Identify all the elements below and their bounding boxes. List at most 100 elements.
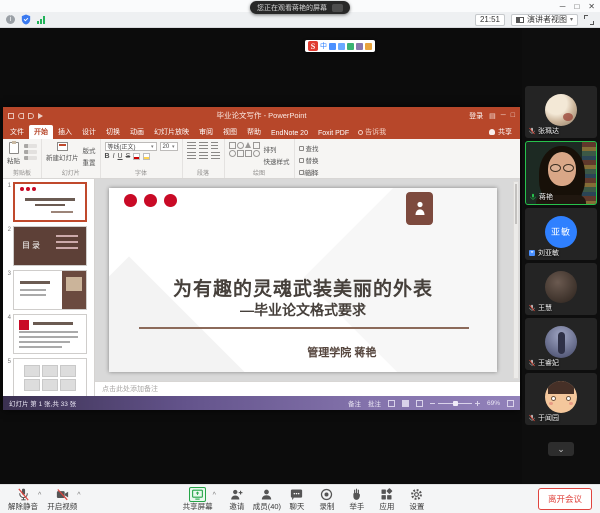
shared-screen-area[interactable]: S 中 毕业论文写作 - PowerPoint 登录 xyxy=(0,28,522,484)
ppt-tell-me: 告诉我 xyxy=(354,125,390,139)
cut-icon xyxy=(24,144,37,148)
save-icon xyxy=(8,113,14,119)
chat-button[interactable]: 聊天 xyxy=(282,487,312,511)
minimize-button[interactable]: ─ xyxy=(560,2,566,11)
participant-name: 王慧 xyxy=(538,303,552,313)
settings-gear-icon xyxy=(409,487,424,502)
new-slide-icon xyxy=(57,142,68,151)
redo-icon xyxy=(28,113,34,119)
ppt-tab-design: 设计 xyxy=(77,125,101,139)
ppt-ribbon-options-icon: ▤ xyxy=(489,112,496,120)
share-options-caret[interactable]: ^ xyxy=(213,492,216,499)
close-button[interactable]: ✕ xyxy=(588,2,595,11)
security-shield-icon[interactable] xyxy=(21,14,31,25)
meeting-app-window: ─ □ ✕ 您正在观看蒋艳的屏幕 i 21:51 演讲者视图 ▾ xyxy=(0,0,600,513)
participants-sidebar: 张珮达 蒋艳 亚敏 xyxy=(522,28,600,484)
bullets-icon xyxy=(187,142,196,150)
notes-toggle: 备注 xyxy=(348,398,361,408)
bold-button: B xyxy=(105,153,110,160)
find-button: 查找 xyxy=(306,143,319,153)
slide-thumbnail-3 xyxy=(13,270,87,310)
align-center-icon xyxy=(199,152,208,160)
mic-muted-icon xyxy=(528,304,536,312)
align-left-icon xyxy=(187,152,196,160)
ime-settings-icon xyxy=(365,43,372,50)
slide-person-badge xyxy=(406,192,433,225)
layout-icon xyxy=(516,17,524,23)
participant-avatar xyxy=(545,381,577,413)
ppt-tab-endnote: EndNote 20 xyxy=(266,128,313,139)
mic-on-icon xyxy=(529,193,537,201)
undo-icon xyxy=(18,113,24,119)
ppt-ribbon-tabs: 文件 开始 插入 设计 切换 动画 幻灯片放映 审阅 视图 帮助 EndNote… xyxy=(3,124,520,139)
slide-thumbnail-2: 目录 xyxy=(13,226,87,266)
participant-avatar xyxy=(545,326,577,358)
ribbon-group-clipboard: 粘贴 剪贴板 xyxy=(3,139,42,178)
meeting-info-icon[interactable]: i xyxy=(6,15,15,24)
collapse-participants-button[interactable]: ⌄ xyxy=(548,442,574,456)
video-options-caret[interactable]: ^ xyxy=(77,492,80,499)
fullscreen-icon[interactable] xyxy=(584,15,594,25)
participant-tile[interactable]: 亚敏 刘亚敏 xyxy=(525,208,597,260)
replace-icon xyxy=(299,158,304,163)
settings-button[interactable]: 设置 xyxy=(402,487,432,511)
invite-icon xyxy=(229,487,244,502)
unmute-button[interactable]: 解除静音 xyxy=(8,487,38,511)
invite-button[interactable]: 邀请 xyxy=(222,487,252,511)
ppt-tab-transitions: 切换 xyxy=(101,125,125,139)
ribbon-group-font: 等线(正文)▾ 20▾ B I U S xyxy=(101,139,183,178)
members-button[interactable]: 成员(40) xyxy=(252,487,282,511)
share-screen-button[interactable]: 共享屏幕 xyxy=(183,487,213,511)
ribbon-group-drawing: 排列 快速样式 绘图 xyxy=(225,139,295,178)
slide-divider-line xyxy=(139,327,469,329)
ppt-tab-slideshow: 幻灯片放映 xyxy=(149,125,194,139)
participant-tile[interactable]: 张珮达 xyxy=(525,86,597,138)
fit-slide-icon xyxy=(507,400,514,407)
mic-muted-icon xyxy=(528,414,536,422)
chevron-down-icon: ▾ xyxy=(570,16,573,23)
record-button[interactable]: 录制 xyxy=(312,487,342,511)
arrange-button: 排列 xyxy=(264,144,290,154)
ribbon-group-editing: 查找 替换 选择 编辑 xyxy=(295,139,323,178)
new-slide-button: 新建幻灯片 xyxy=(46,142,79,162)
ppt-tab-foxit: Foxit PDF xyxy=(313,128,354,139)
participant-name: 张珮达 xyxy=(538,126,559,136)
mic-muted-icon xyxy=(528,359,536,367)
ppt-status-bar: 幻灯片 第 1 张,共 33 张 备注 批注 69% xyxy=(3,396,520,410)
participant-tile[interactable]: 于闻园 xyxy=(525,373,597,425)
slide-thumbnail-1 xyxy=(13,182,87,222)
meeting-time: 21:51 xyxy=(475,14,505,26)
ppt-tab-file: 文件 xyxy=(5,125,29,139)
participant-tile-active-speaker[interactable]: 蒋艳 xyxy=(525,141,597,205)
zoom-slider-handle xyxy=(453,401,458,406)
title-slide: 为有趣的灵魂武装美丽的外表 —毕业论文格式要求 管理学院 蒋艳 xyxy=(109,188,497,372)
apps-icon xyxy=(379,487,394,502)
raise-hand-button[interactable]: 举手 xyxy=(342,487,372,511)
mic-options-caret[interactable]: ^ xyxy=(38,492,41,499)
leave-meeting-button[interactable]: 离开会议 xyxy=(538,488,592,510)
phone-audio-icon xyxy=(528,249,536,257)
view-mode-button[interactable]: 演讲者视图 ▾ xyxy=(511,14,578,26)
highlight-color-icon xyxy=(143,153,150,160)
maximize-button[interactable]: □ xyxy=(574,2,579,11)
find-icon xyxy=(299,146,304,151)
ppt-document-title: 毕业论文写作 - PowerPoint xyxy=(216,110,306,121)
network-signal-icon xyxy=(37,16,45,24)
ime-logo-icon: S xyxy=(308,41,318,51)
apps-button[interactable]: 应用 xyxy=(372,487,402,511)
slide-thumbnail-panel: 1 2 目录 xyxy=(3,179,95,396)
banner-expand-icon[interactable] xyxy=(332,4,343,12)
format-painter-icon xyxy=(24,156,37,160)
zoom-in-icon xyxy=(475,403,480,404)
participant-name: 刘亚敏 xyxy=(538,248,559,258)
ppt-titlebar: 毕业论文写作 - PowerPoint 登录 ▤ ─ □ xyxy=(3,107,520,124)
ribbon-group-slides: 新建幻灯片 版式 重置 幻灯片 xyxy=(42,139,101,178)
align-right-icon xyxy=(211,152,220,160)
participant-name: 于闻园 xyxy=(538,413,559,423)
start-video-button[interactable]: 开启视频 xyxy=(47,487,77,511)
comments-toggle: 批注 xyxy=(368,398,381,408)
slide-sorter-view-icon xyxy=(402,400,409,407)
participant-tile[interactable]: 王慧 xyxy=(525,263,597,315)
participant-name: 蒋艳 xyxy=(539,192,553,202)
participant-tile[interactable]: 王睿妃 xyxy=(525,318,597,370)
